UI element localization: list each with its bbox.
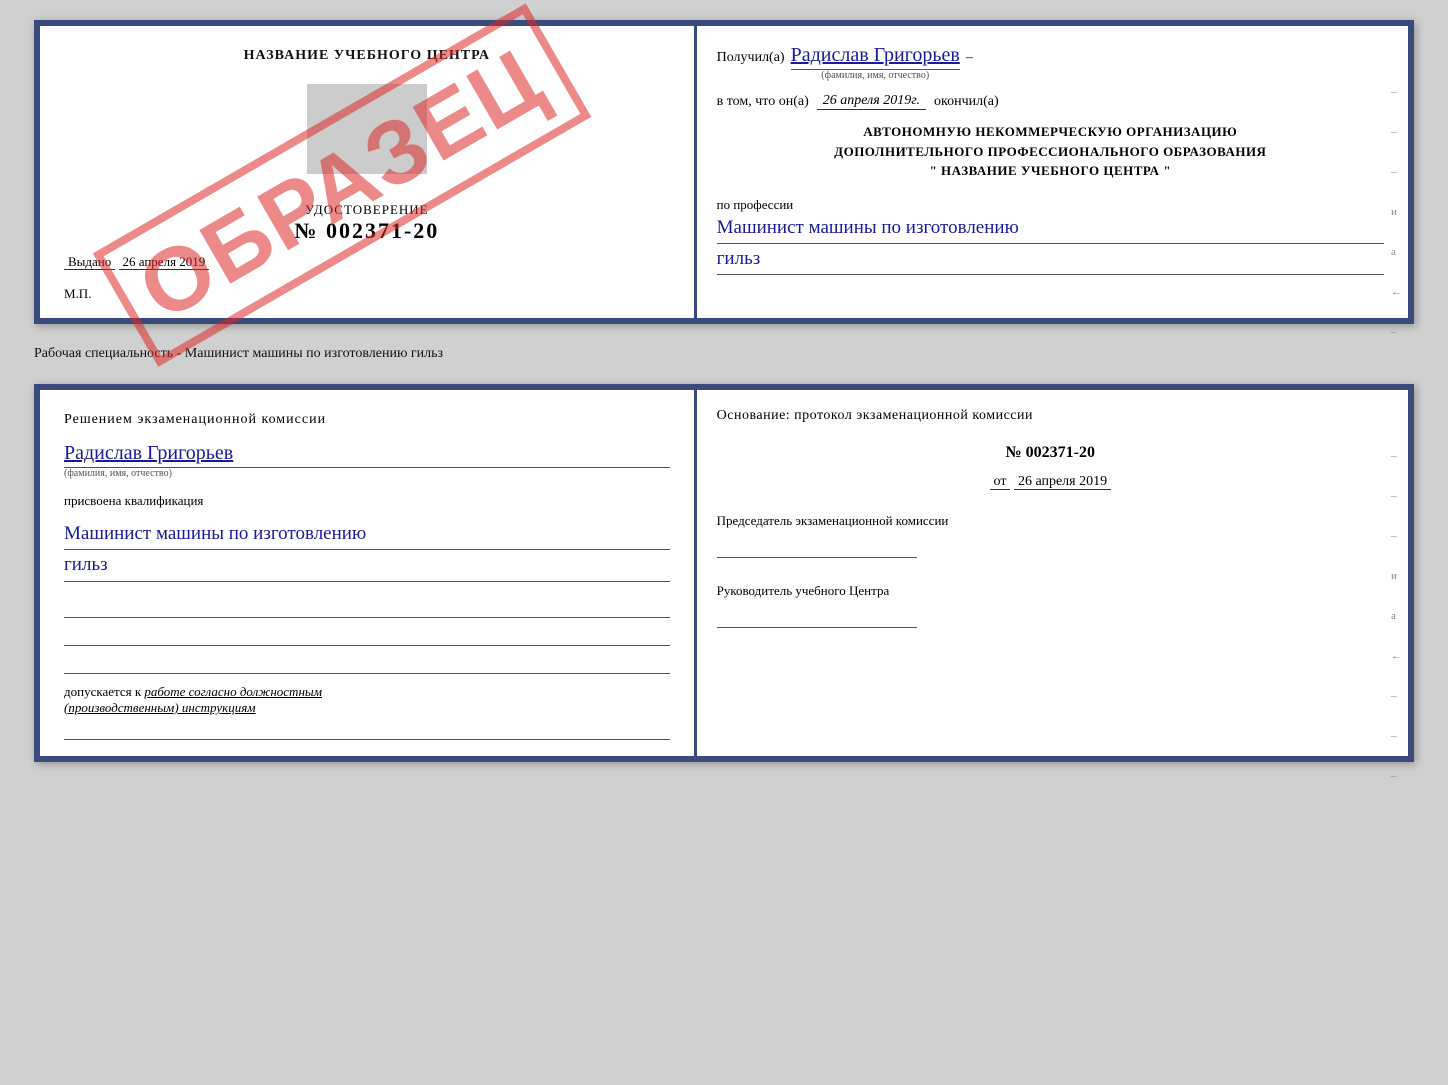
issued-label: Выдано xyxy=(64,254,115,270)
issued-line: Выдано 26 апреля 2019 xyxy=(64,254,670,270)
org-line3: " НАЗВАНИЕ УЧЕБНОГО ЦЕНТРА " xyxy=(717,161,1384,181)
protocol-date: от 26 апреля 2019 xyxy=(717,474,1384,490)
profession-block: по профессии Машинист машины по изготовл… xyxy=(717,197,1384,276)
br-right-marks: – – – и а ← – – – xyxy=(1391,450,1402,782)
basis-title: Основание: протокол экзаменационной коми… xyxy=(717,408,1384,424)
profession-name2: гильз xyxy=(717,244,1384,275)
top-document: НАЗВАНИЕ УЧЕБНОГО ЦЕНТРА ОБРАЗЕЦ УДОСТОВ… xyxy=(34,20,1414,324)
top-doc-left: НАЗВАНИЕ УЧЕБНОГО ЦЕНТРА ОБРАЗЕЦ УДОСТОВ… xyxy=(40,26,697,318)
id-label: УДОСТОВЕРЕНИЕ xyxy=(64,202,670,218)
qualification-name2: гильз xyxy=(64,550,670,581)
bottom-lines xyxy=(64,598,670,674)
protocol-number: № 002371-20 xyxy=(717,444,1384,462)
mp-line: М.П. xyxy=(64,286,670,302)
separator-label: Рабочая специальность - Машинист машины … xyxy=(34,342,1414,366)
completed-prefix: в том, что он(а) xyxy=(717,94,809,110)
org-line2: ДОПОЛНИТЕЛЬНОГО ПРОФЕССИОНАЛЬНОГО ОБРАЗО… xyxy=(717,142,1384,162)
protocol-date-value: 26 апреля 2019 xyxy=(1014,474,1111,490)
profession-label: по профессии xyxy=(717,197,1384,213)
bottom-line-2 xyxy=(64,626,670,646)
issued-date: 26 апреля 2019 xyxy=(119,254,210,270)
bottom-doc-left: Решением экзаменационной комиссии Радисл… xyxy=(40,390,697,756)
bottom-line-1 xyxy=(64,598,670,618)
id-number: № 002371-20 xyxy=(64,218,670,244)
top-left-title: НАЗВАНИЕ УЧЕБНОГО ЦЕНТРА xyxy=(64,48,670,64)
id-block: УДОСТОВЕРЕНИЕ № 002371-20 xyxy=(64,202,670,244)
received-line: Получил(а) Радислав Григорьев (фамилия, … xyxy=(717,44,1384,81)
bottom-line-3 xyxy=(64,654,670,674)
decision-title: Решением экзаменационной комиссии xyxy=(64,412,670,428)
qualification-label: присвоена квалификация xyxy=(64,493,670,509)
chairman-signature-line xyxy=(717,538,917,558)
bottom-doc-right: Основание: протокол экзаменационной коми… xyxy=(697,390,1408,756)
received-prefix: Получил(а) xyxy=(717,50,785,66)
qualification-name: Машинист машины по изготовлению xyxy=(64,519,670,550)
head-label: Руководитель учебного Центра xyxy=(717,582,1384,600)
right-marks: – – – и а ← – xyxy=(1391,86,1402,338)
chairman-block: Председатель экзаменационной комиссии xyxy=(717,512,1384,558)
photo-placeholder xyxy=(307,84,427,174)
decision-name: Радислав Григорьев xyxy=(64,442,670,468)
completed-date: 26 апреля 2019г. xyxy=(817,93,926,110)
head-signature-line xyxy=(717,608,917,628)
org-line1: АВТОНОМНУЮ НЕКОММЕРЧЕСКУЮ ОРГАНИЗАЦИЮ xyxy=(717,122,1384,142)
decision-sublabel: (фамилия, имя, отчество) xyxy=(64,468,670,479)
date-prefix: от xyxy=(990,474,1011,490)
mp-label: М.П. xyxy=(64,286,91,301)
received-sublabel: (фамилия, имя, отчество) xyxy=(791,70,960,81)
separator-text: Рабочая специальность - Машинист машины … xyxy=(34,346,443,361)
completed-suffix: окончил(а) xyxy=(934,94,999,110)
received-name: Радислав Григорьев xyxy=(791,44,960,70)
completed-line: в том, что он(а) 26 апреля 2019г. окончи… xyxy=(717,93,1384,110)
допускается-text: работе согласно должностным xyxy=(144,684,322,699)
head-block: Руководитель учебного Центра xyxy=(717,582,1384,628)
bottom-document: Решением экзаменационной комиссии Радисл… xyxy=(34,384,1414,762)
допускается-text2: (производственным) инструкциям xyxy=(64,700,670,716)
chairman-label: Председатель экзаменационной комиссии xyxy=(717,512,1384,530)
допускается-label: допускается к xyxy=(64,684,141,699)
org-block: АВТОНОМНУЮ НЕКОММЕРЧЕСКУЮ ОРГАНИЗАЦИЮ ДО… xyxy=(717,122,1384,181)
profession-name: Машинист машины по изготовлению xyxy=(717,213,1384,244)
top-doc-right: Получил(а) Радислав Григорьев (фамилия, … xyxy=(697,26,1408,318)
допускается-line xyxy=(64,720,670,740)
допускается-block: допускается к работе согласно должностны… xyxy=(64,684,670,740)
received-dash: – xyxy=(966,50,973,66)
